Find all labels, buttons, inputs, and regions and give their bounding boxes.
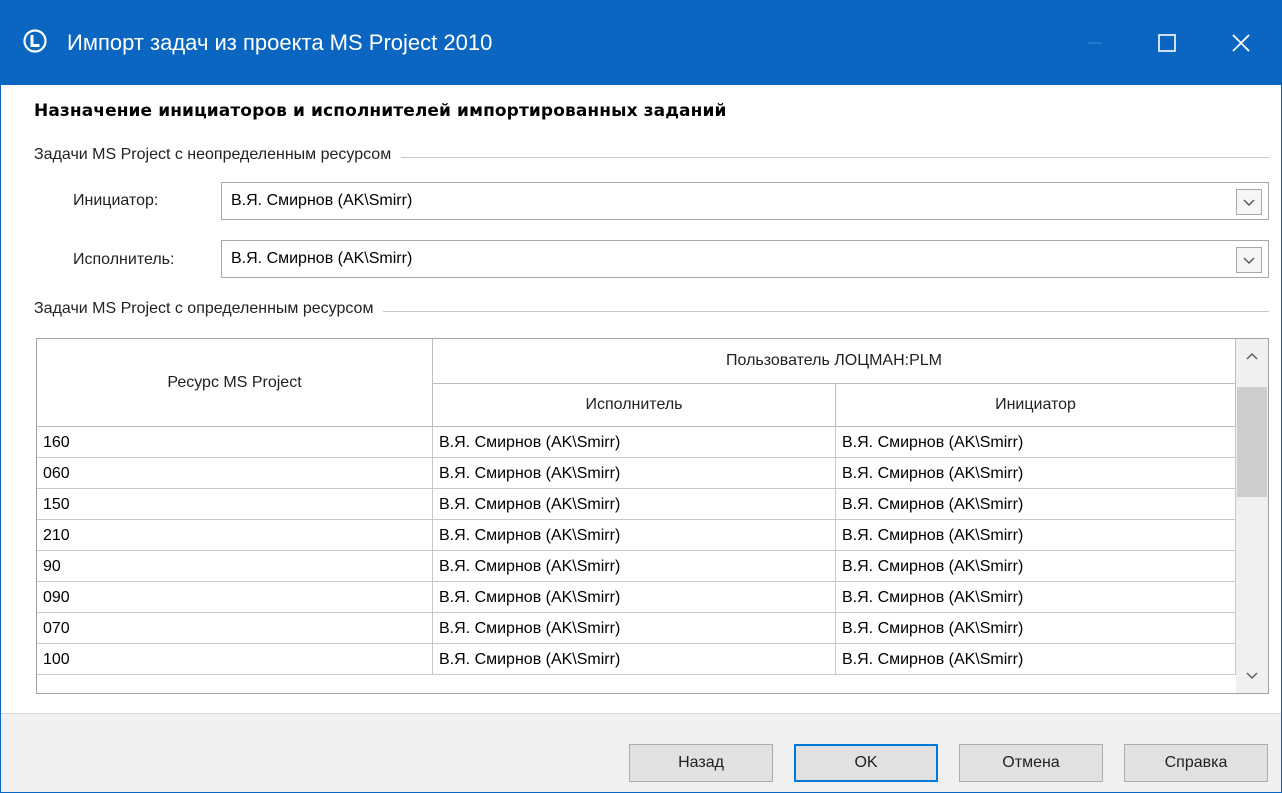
resource-cell[interactable]: 210 (37, 520, 433, 551)
initiator-value: В.Я. Смирнов (AK\Smirr) (231, 192, 413, 209)
executor-cell[interactable]: В.Я. Смирнов (AK\Smirr) (433, 520, 836, 551)
resource-mapping-table[interactable]: Ресурс MS Project Пользователь ЛОЦМАН:PL… (36, 338, 1269, 694)
table-row[interactable]: 070 В.Я. Смирнов (AK\Smirr) В.Я. Смирнов… (37, 613, 1236, 644)
initiator-dropdown-button[interactable] (1236, 189, 1262, 215)
initiator-cell[interactable]: В.Я. Смирнов (AK\Smirr) (836, 644, 1236, 675)
executor-cell[interactable]: В.Я. Смирнов (AK\Smirr) (433, 427, 836, 458)
maximize-icon (1158, 34, 1176, 52)
table-row[interactable]: 090 В.Я. Смирнов (AK\Smirr) В.Я. Смирнов… (37, 582, 1236, 613)
cancel-button[interactable]: Отмена (959, 744, 1103, 782)
executor-cell[interactable]: В.Я. Смирнов (AK\Smirr) (433, 551, 836, 582)
title-bar[interactable]: Импорт задач из проекта MS Project 2010 (1, 1, 1281, 85)
defined-resource-group-label: Задачи MS Project с определенным ресурсо… (34, 300, 384, 318)
table-row[interactable]: 100 В.Я. Смирнов (AK\Smirr) В.Я. Смирнов… (37, 644, 1236, 675)
executor-dropdown-button[interactable] (1236, 247, 1262, 273)
resource-cell[interactable]: 070 (37, 613, 433, 644)
initiator-cell[interactable]: В.Я. Смирнов (AK\Smirr) (836, 582, 1236, 613)
executor-cell[interactable]: В.Я. Смирнов (AK\Smirr) (433, 644, 836, 675)
column-header-initiator[interactable]: Инициатор (836, 384, 1236, 427)
initiator-label: Инициатор: (73, 192, 159, 209)
table-row[interactable]: 150 В.Я. Смирнов (AK\Smirr) В.Я. Смирнов… (37, 489, 1236, 520)
initiator-cell[interactable]: В.Я. Смирнов (AK\Smirr) (836, 551, 1236, 582)
executor-value: В.Я. Смирнов (AK\Smirr) (231, 250, 413, 267)
initiator-cell[interactable]: В.Я. Смирнов (AK\Smirr) (836, 427, 1236, 458)
column-header-resource-label: Ресурс MS Project (167, 373, 302, 391)
initiator-cell[interactable]: В.Я. Смирнов (AK\Smirr) (836, 458, 1236, 489)
window-title: Импорт задач из проекта MS Project 2010 (67, 30, 493, 55)
table-row[interactable]: 90 В.Я. Смирнов (AK\Smirr) В.Я. Смирнов … (37, 551, 1236, 582)
column-header-initiator-label: Инициатор (995, 396, 1076, 413)
column-header-user-group: Пользователь ЛОЦМАН:PLM (433, 339, 1236, 384)
resource-cell[interactable]: 090 (37, 582, 433, 613)
executor-cell[interactable]: В.Я. Смирнов (AK\Smirr) (433, 489, 836, 520)
chevron-down-icon (1243, 257, 1255, 264)
scroll-up-button[interactable] (1236, 341, 1268, 371)
dialog-footer: Назад OK Отмена Справка (1, 713, 1281, 792)
app-logo-icon (23, 29, 47, 53)
executor-label: Исполнитель: (73, 251, 175, 268)
scrollbar-thumb[interactable] (1237, 387, 1267, 497)
table-row[interactable]: 210 В.Я. Смирнов (AK\Smirr) В.Я. Смирнов… (37, 520, 1236, 551)
close-button[interactable] (1197, 1, 1282, 85)
scroll-down-button[interactable] (1236, 661, 1268, 691)
executor-cell[interactable]: В.Я. Смирнов (AK\Smirr) (433, 613, 836, 644)
section-heading: Назначение инициаторов и исполнителей им… (34, 101, 727, 121)
table-row[interactable]: 160 В.Я. Смирнов (AK\Smirr) В.Я. Смирнов… (37, 427, 1236, 458)
back-button[interactable]: Назад (629, 744, 773, 782)
chevron-down-icon (1246, 672, 1258, 680)
table-row[interactable]: 060 В.Я. Смирнов (AK\Smirr) В.Я. Смирнов… (37, 458, 1236, 489)
column-header-user-group-label: Пользователь ЛОЦМАН:PLM (726, 352, 942, 369)
undefined-resource-group-label: Задачи MS Project с неопределенным ресур… (34, 146, 402, 164)
minimize-icon (1088, 42, 1102, 44)
dialog-window: Импорт задач из проекта MS Project 2010 … (0, 0, 1282, 793)
vertical-scrollbar[interactable] (1236, 339, 1268, 693)
column-header-resource[interactable]: Ресурс MS Project (37, 339, 433, 427)
resource-cell[interactable]: 160 (37, 427, 433, 458)
executor-cell[interactable]: В.Я. Смирнов (AK\Smirr) (433, 458, 836, 489)
resource-cell[interactable]: 100 (37, 644, 433, 675)
chevron-up-icon (1246, 352, 1258, 360)
initiator-cell[interactable]: В.Я. Смирнов (AK\Smirr) (836, 489, 1236, 520)
executor-combobox[interactable]: В.Я. Смирнов (AK\Smirr) (221, 240, 1269, 278)
initiator-cell[interactable]: В.Я. Смирнов (AK\Smirr) (836, 520, 1236, 551)
resource-cell[interactable]: 90 (37, 551, 433, 582)
resource-cell[interactable]: 150 (37, 489, 433, 520)
executor-cell[interactable]: В.Я. Смирнов (AK\Smirr) (433, 582, 836, 613)
chevron-down-icon (1243, 199, 1255, 206)
help-button[interactable]: Справка (1124, 744, 1268, 782)
close-icon (1232, 34, 1250, 52)
column-header-executor[interactable]: Исполнитель (433, 384, 836, 427)
column-header-executor-label: Исполнитель (585, 396, 683, 413)
resource-cell[interactable]: 060 (37, 458, 433, 489)
ok-button[interactable]: OK (794, 744, 938, 782)
initiator-combobox[interactable]: В.Я. Смирнов (AK\Smirr) (221, 182, 1269, 220)
initiator-cell[interactable]: В.Я. Смирнов (AK\Smirr) (836, 613, 1236, 644)
